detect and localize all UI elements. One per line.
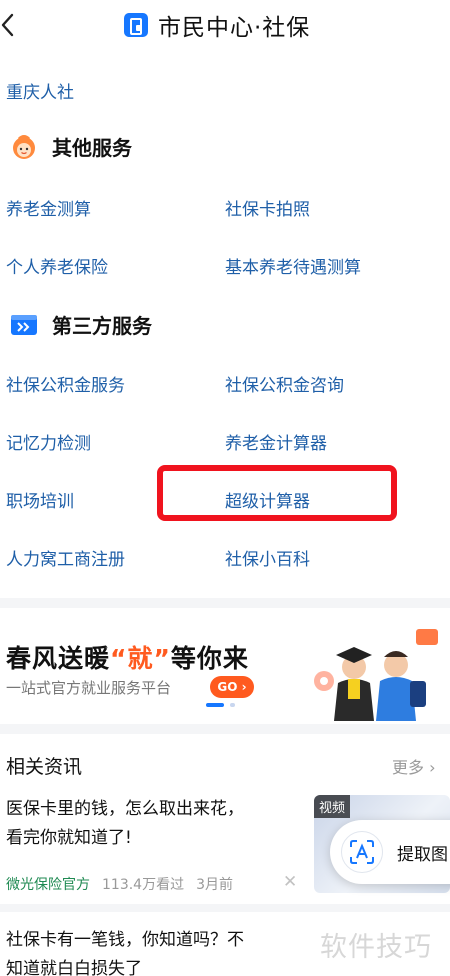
news-title-line: 知道就白白损失了 — [6, 959, 142, 976]
chevron-left-icon — [1, 13, 14, 37]
link-memory-test[interactable]: 记忆力检测 — [6, 429, 91, 454]
news-time: 3月前 — [196, 877, 234, 893]
link-social-security-wiki[interactable]: 社保小百科 — [225, 545, 310, 570]
link-pension-calculator[interactable]: 养老金计算器 — [225, 429, 327, 454]
banner-headline: 春风送暖“就”等你来 — [6, 639, 249, 675]
link-business-registration[interactable]: 人力窝工商注册 — [6, 545, 125, 570]
news-meta: 微光保险官方 113.4万看过 3月前 — [6, 874, 233, 894]
graduates-illustration — [314, 629, 438, 721]
banner-headline-part1: 春风送暖 — [6, 644, 111, 673]
news-item-title: 社保卡有一笔钱，你知道吗？不 知道就白白损失了 — [6, 926, 244, 976]
link-fund-consult[interactable]: 社保公积金咨询 — [225, 371, 344, 396]
carousel-dot — [230, 703, 235, 707]
header-bar: 市民中心·社保 — [0, 0, 450, 52]
news-views: 113.4万看过 — [102, 877, 185, 893]
news-title-line: 医保卡里的钱，怎么取出来花， — [6, 799, 244, 819]
carousel-indicator — [206, 703, 235, 707]
section-divider — [0, 724, 450, 734]
link-job-training[interactable]: 职场培训 — [6, 487, 74, 512]
banner-headline-highlight: “就” — [110, 644, 171, 673]
highlight-box — [157, 465, 397, 521]
mascot-icon — [13, 134, 35, 159]
go-label: GO — [217, 680, 238, 694]
link-chongqing-hr[interactable]: 重庆人社 — [6, 78, 74, 103]
banner-headline-part2: 等你来 — [170, 644, 249, 673]
link-card-photo[interactable]: 社保卡拍照 — [225, 195, 310, 220]
more-label: 更多 — [392, 758, 425, 777]
more-link[interactable]: 更多 › — [392, 754, 436, 778]
link-pension-estimate[interactable]: 养老金测算 — [6, 195, 91, 220]
back-button[interactable] — [0, 10, 20, 40]
social-security-app-icon — [124, 13, 148, 37]
banner-go-button[interactable]: GO › — [210, 676, 254, 698]
section-title-third-party: 第三方服务 — [10, 310, 152, 339]
link-fund-service[interactable]: 社保公积金服务 — [6, 371, 125, 396]
extract-text-label: 提取图 — [397, 844, 448, 865]
header-title-group: 市民中心·社保 — [124, 8, 310, 42]
carousel-dot-active — [206, 703, 224, 707]
news-title-line: 看完你就知道了! — [6, 828, 132, 848]
section-divider — [0, 598, 450, 608]
link-basic-pension-calc[interactable]: 基本养老待遇测算 — [225, 253, 361, 278]
section-title-text: 其他服务 — [52, 136, 132, 160]
news-item-title: 医保卡里的钱，怎么取出来花， 看完你就知道了! — [6, 795, 244, 853]
video-badge: 视频 — [314, 795, 351, 818]
page-title: 市民中心·社保 — [158, 15, 311, 41]
banner-subtitle: 一站式官方就业服务平台 — [6, 679, 172, 697]
watermark: 软件技巧 — [320, 932, 432, 963]
close-icon[interactable]: ✕ — [283, 872, 297, 892]
section-title-other-services: 其他服务 — [10, 132, 132, 161]
forward-icon — [11, 314, 37, 335]
link-personal-pension[interactable]: 个人养老保险 — [6, 253, 108, 278]
text-scan-icon — [341, 831, 383, 873]
news-source: 微光保险官方 — [6, 877, 90, 893]
news-divider — [0, 904, 450, 912]
chevron-right-icon: › — [424, 758, 436, 777]
promo-banner[interactable]: 春风送暖“就”等你来 一站式官方就业服务平台 GO › — [0, 611, 450, 721]
news-header: 相关资讯 更多 › — [0, 740, 450, 790]
news-section-title: 相关资讯 — [6, 756, 83, 778]
news-title-line: 社保卡有一笔钱，你知道吗？不 — [6, 930, 244, 950]
section-title-text: 第三方服务 — [52, 314, 152, 338]
extract-text-button[interactable]: 提取图 — [330, 820, 450, 884]
